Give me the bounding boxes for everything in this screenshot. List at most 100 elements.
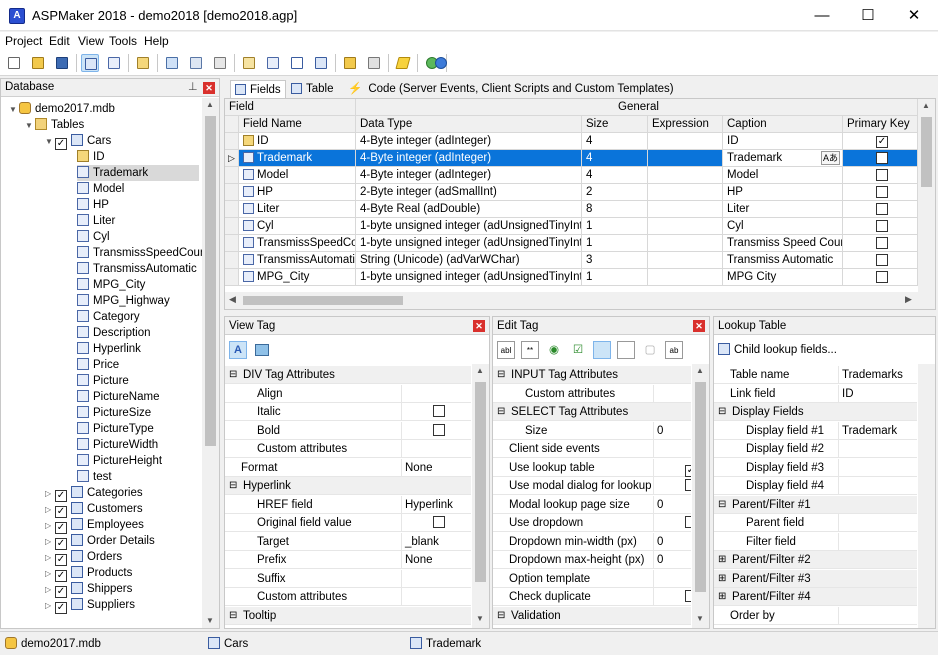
tree-table-item[interactable]: ▷ ✓ Shippers: [45, 581, 132, 598]
property-value[interactable]: None: [401, 458, 471, 477]
tree-field-item[interactable]: PictureType: [77, 421, 199, 437]
tree-field-item[interactable]: test: [77, 469, 199, 485]
listbox-icon[interactable]: [617, 341, 635, 359]
grid-cell-name[interactable]: HP: [239, 184, 356, 201]
scrollbar-thumb[interactable]: [475, 382, 486, 582]
tree-root-db[interactable]: ▼ demo2017.mdb: [9, 101, 115, 117]
link-button[interactable]: [264, 54, 282, 72]
primary-key-checkbox[interactable]: [876, 220, 888, 232]
grid-cell-type[interactable]: 4-Byte Real (adDouble): [356, 201, 582, 218]
property-value[interactable]: 0: [653, 421, 691, 440]
scrollbar-thumb[interactable]: [921, 117, 932, 187]
property-row[interactable]: Modal lookup page size 0: [493, 495, 691, 514]
col-size[interactable]: Size: [582, 116, 648, 133]
tree-table-item[interactable]: ▷ ✓ Order Details: [45, 533, 155, 550]
property-value[interactable]: [838, 606, 917, 625]
expand-icon[interactable]: ⊞: [718, 588, 726, 606]
property-category[interactable]: ⊟ Parent/Filter #1: [714, 495, 917, 514]
menu-view[interactable]: View: [78, 34, 104, 48]
property-row[interactable]: Original field value: [225, 514, 471, 532]
row-indicator[interactable]: [225, 252, 239, 269]
property-row[interactable]: Bold: [225, 421, 471, 440]
grid-cell-caption[interactable]: Model: [723, 167, 843, 184]
primary-key-checkbox[interactable]: [876, 186, 888, 198]
grid-cell-primary-key[interactable]: [843, 167, 918, 184]
primary-key-checkbox[interactable]: [876, 152, 888, 164]
property-value[interactable]: Hyperlink: [401, 495, 471, 514]
pin-icon[interactable]: ⊥: [188, 80, 198, 93]
grid-cell-expr[interactable]: [648, 167, 723, 184]
tree-table-item[interactable]: ▷ ✓ Categories: [45, 485, 143, 502]
tree-field-item[interactable]: PictureHeight: [77, 453, 199, 469]
tree-field-item[interactable]: Model: [77, 181, 199, 197]
property-value[interactable]: [838, 440, 917, 458]
property-value[interactable]: None: [401, 551, 471, 569]
new-project-button[interactable]: [5, 54, 23, 72]
property-row[interactable]: Dropdown min-width (px) 0: [493, 532, 691, 551]
expand-icon[interactable]: ▷: [45, 518, 55, 534]
expand-icon[interactable]: ▷: [45, 550, 55, 566]
status-tab-field[interactable]: Trademark: [410, 637, 481, 650]
row-indicator[interactable]: [225, 235, 239, 252]
property-value[interactable]: [838, 458, 917, 477]
lookup-scrollbar[interactable]: [918, 364, 935, 628]
collapse-icon[interactable]: ⊟: [497, 403, 505, 421]
scroll-up-icon[interactable]: ▲: [922, 101, 930, 110]
grid-cell-name[interactable]: Liter: [239, 201, 356, 218]
primary-key-checkbox[interactable]: [876, 169, 888, 181]
col-caption[interactable]: Caption: [723, 116, 843, 133]
property-value[interactable]: [401, 384, 471, 403]
property-category[interactable]: ⊞ Parent/Filter #3: [714, 569, 917, 588]
properties-button[interactable]: [105, 54, 123, 72]
property-value[interactable]: Trademarks: [838, 366, 917, 384]
scrollbar-thumb[interactable]: [243, 296, 403, 305]
grid-cell-type[interactable]: 4-Byte integer (adInteger): [356, 150, 582, 167]
property-row[interactable]: Format None: [225, 458, 471, 477]
property-value[interactable]: [838, 477, 917, 495]
grid-cell-name[interactable]: Trademark: [239, 150, 356, 167]
property-row[interactable]: HREF field Hyperlink: [225, 495, 471, 514]
property-row[interactable]: Size 0: [493, 421, 691, 440]
collapse-icon[interactable]: ⊟: [229, 366, 237, 384]
grid-cell-primary-key[interactable]: [843, 269, 918, 286]
lock-button[interactable]: [341, 54, 359, 72]
property-row[interactable]: Option template: [493, 569, 691, 588]
primary-key-checkbox[interactable]: [876, 237, 888, 249]
expand-icon[interactable]: ▷: [45, 534, 55, 550]
property-value[interactable]: _blank: [401, 532, 471, 551]
grid-cell-caption[interactable]: Transmiss Speed Count: [723, 235, 843, 252]
primary-key-checkbox[interactable]: [876, 203, 888, 215]
collapse-icon[interactable]: ⊟: [497, 607, 505, 625]
collapse-icon[interactable]: ▼: [9, 102, 19, 118]
property-row[interactable]: Display field #4: [714, 477, 917, 495]
property-value[interactable]: [653, 477, 691, 495]
property-checkbox[interactable]: [433, 516, 445, 528]
grid-cell-size[interactable]: 8: [582, 201, 648, 218]
property-row[interactable]: Display field #1 Trademark: [714, 421, 917, 440]
collapse-icon[interactable]: ⊟: [718, 496, 726, 514]
col-expression[interactable]: Expression: [648, 116, 723, 133]
tree-field-item[interactable]: Liter: [77, 213, 199, 229]
tree-field-item[interactable]: ID: [77, 149, 199, 165]
row-indicator[interactable]: [225, 218, 239, 235]
grid-cell-name[interactable]: ID: [239, 133, 356, 150]
scroll-down-icon[interactable]: ▼: [696, 614, 704, 623]
grid-vertical-scrollbar[interactable]: ▲: [918, 99, 935, 292]
tree-field-item[interactable]: PictureWidth: [77, 437, 199, 453]
tree-field-item[interactable]: Picture: [77, 373, 199, 389]
grid-cell-type[interactable]: 2-Byte integer (adSmallInt): [356, 184, 582, 201]
tree-table-item[interactable]: ▷ ✓ Orders: [45, 549, 122, 566]
radio-icon[interactable]: ◉: [545, 341, 563, 359]
grid-cell-type[interactable]: 4-Byte integer (adInteger): [356, 133, 582, 150]
scroll-left-icon[interactable]: ◀: [229, 294, 236, 305]
hidden-icon[interactable]: ▢: [641, 341, 659, 359]
grid-cell-size[interactable]: 1: [582, 269, 648, 286]
tree-field-item[interactable]: Cyl: [77, 229, 199, 245]
tree-field-item[interactable]: MPG_Highway: [77, 293, 199, 309]
tree-field-item[interactable]: HP: [77, 197, 199, 213]
property-value[interactable]: ID: [838, 384, 917, 403]
grid-cell-expr[interactable]: [648, 269, 723, 286]
tree-view-button[interactable]: [81, 54, 99, 72]
property-value[interactable]: [838, 514, 917, 532]
table-checkbox[interactable]: ✓: [55, 602, 67, 614]
